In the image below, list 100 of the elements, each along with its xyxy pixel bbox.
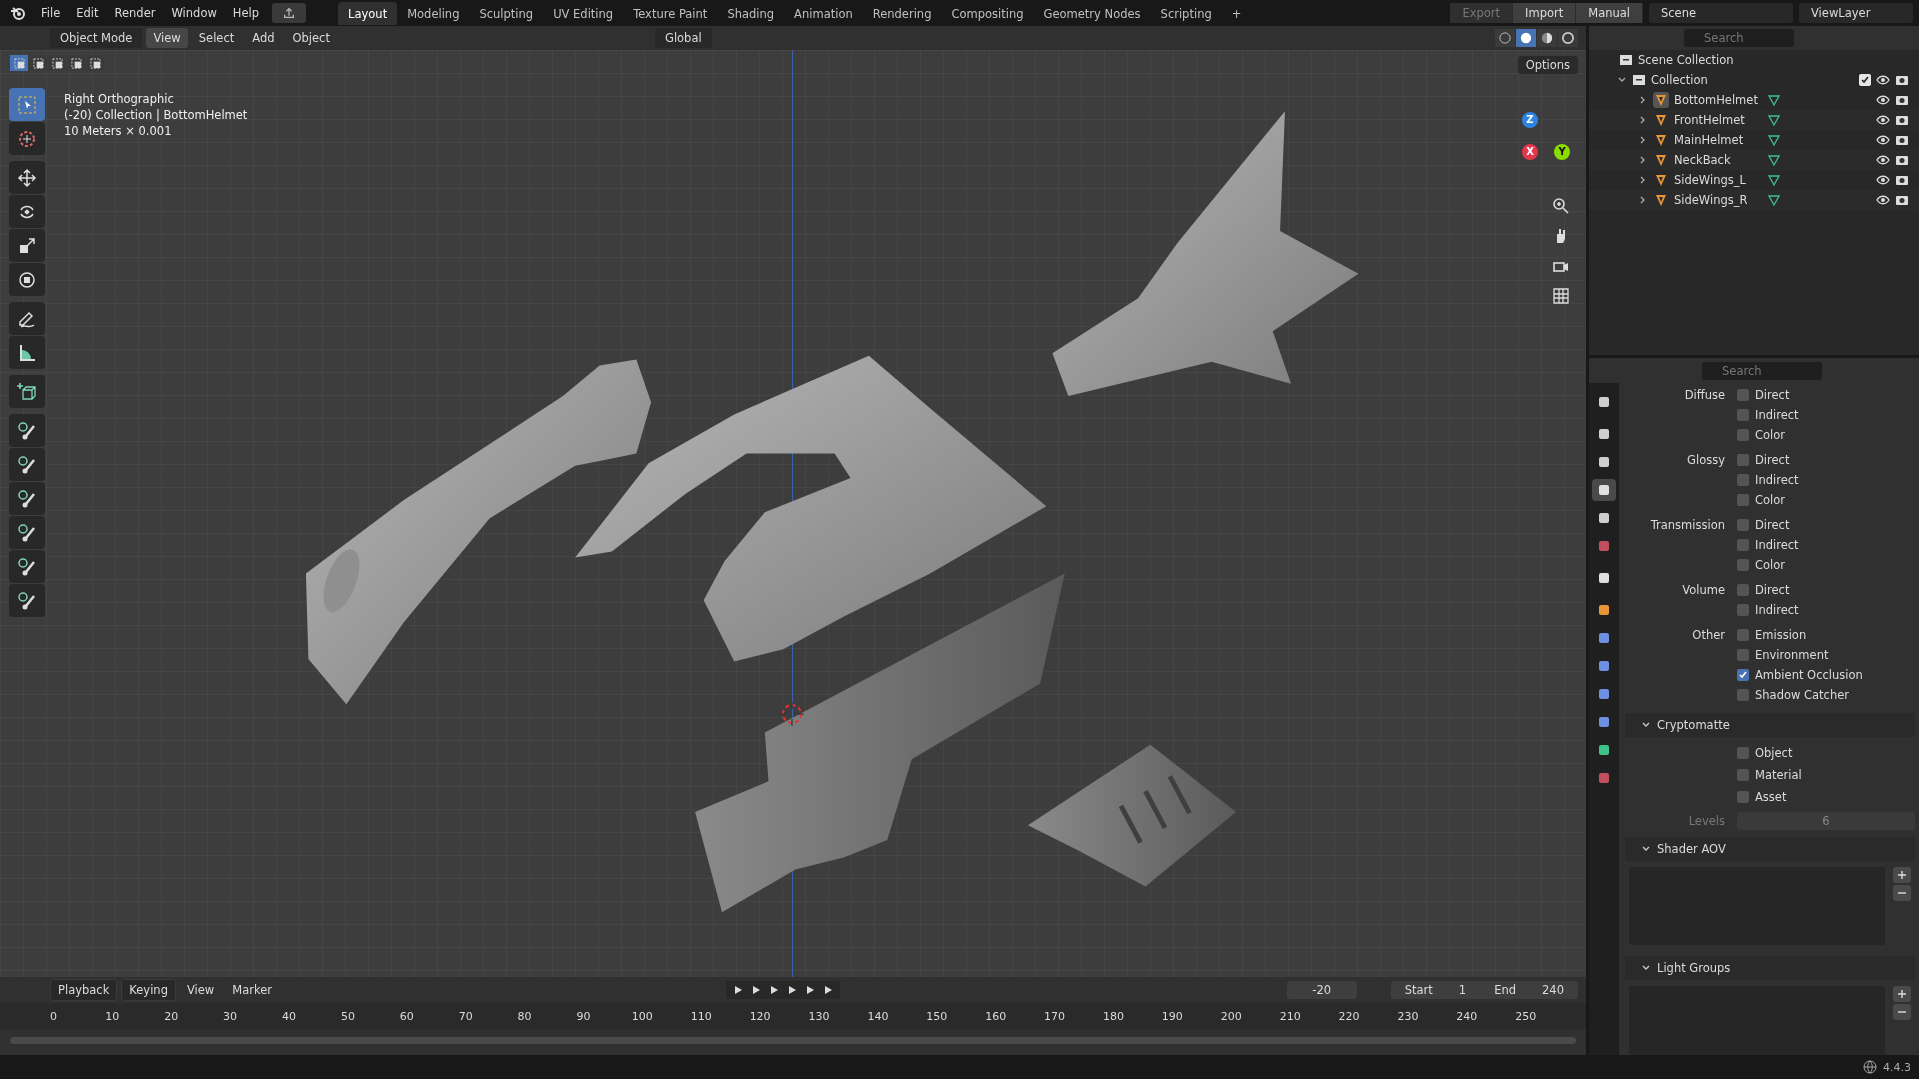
end-frame-field[interactable]: 240: [1522, 981, 1578, 999]
tool-button[interactable]: [9, 550, 45, 583]
checkbox-label[interactable]: Color: [1755, 558, 1786, 572]
workspace-tab[interactable]: Sculpting: [469, 1, 544, 25]
search-field[interactable]: Search: [1702, 361, 1822, 380]
zoom-icon[interactable]: [1551, 196, 1571, 216]
workspace-tab[interactable]: Geometry Nodes: [1033, 1, 1151, 25]
checkbox[interactable]: [1737, 791, 1749, 803]
add-workspace-button[interactable]: +: [1221, 1, 1252, 25]
mode-dropdown[interactable]: Object Mode: [50, 28, 143, 48]
start-frame-field[interactable]: 1: [1438, 981, 1481, 999]
outliner-item[interactable]: Collection: [1651, 73, 1708, 87]
shading-button[interactable]: [1537, 29, 1557, 47]
outliner-item[interactable]: SideWings_R: [1674, 193, 1762, 207]
menu-item[interactable]: View: [179, 980, 222, 1000]
camera-icon[interactable]: [1895, 73, 1909, 87]
checkbox-label[interactable]: Direct: [1755, 453, 1790, 467]
outliner-item[interactable]: BottomHelmet: [1674, 93, 1762, 107]
tool-button[interactable]: [9, 584, 45, 617]
eye-icon[interactable]: [1876, 173, 1890, 187]
current-frame-field[interactable]: -20: [1286, 981, 1357, 999]
workspace-tab[interactable]: Texture Paint: [623, 1, 718, 25]
timeline-scrollbar[interactable]: [10, 1037, 1576, 1044]
menu-item[interactable]: Help: [225, 3, 267, 23]
menu-item[interactable]: Edit: [69, 3, 106, 23]
workspace-dropdown[interactable]: [272, 3, 307, 23]
outliner-item[interactable]: SideWings_L: [1674, 173, 1762, 187]
checkbox-label[interactable]: Material: [1755, 768, 1802, 782]
view-layer-field[interactable]: ViewLayer: [1799, 3, 1913, 23]
tool-button[interactable]: [9, 195, 45, 228]
remove-icon[interactable]: [1893, 1004, 1911, 1020]
selection-mode-button[interactable]: [67, 55, 85, 71]
checkbox-label[interactable]: Ambient Occlusion: [1755, 668, 1863, 682]
tool-button[interactable]: [9, 161, 45, 194]
orientation-dropdown[interactable]: Global: [654, 28, 712, 48]
mesh-object-icon[interactable]: [1653, 92, 1669, 108]
mesh-data-icon[interactable]: [1767, 173, 1781, 187]
mesh-object-icon[interactable]: [1653, 132, 1669, 148]
workspace-tab[interactable]: UV Editing: [543, 1, 624, 25]
tool-button[interactable]: [9, 375, 45, 408]
mesh-data-icon[interactable]: [1767, 133, 1781, 147]
tool-button[interactable]: [9, 336, 45, 369]
tool-button[interactable]: [9, 263, 45, 296]
mesh-object-icon[interactable]: [1653, 112, 1669, 128]
grid-icon[interactable]: [1551, 286, 1571, 306]
scene-field[interactable]: Scene: [1649, 3, 1793, 23]
checkbox[interactable]: [1737, 747, 1749, 759]
checkbox-label[interactable]: Direct: [1755, 388, 1790, 402]
checkbox[interactable]: [1737, 494, 1749, 506]
camera-icon[interactable]: [1895, 93, 1909, 107]
checkbox-label[interactable]: Asset: [1755, 790, 1787, 804]
checkbox[interactable]: [1737, 559, 1749, 571]
tool-button[interactable]: [9, 302, 45, 335]
eye-icon[interactable]: [1876, 193, 1890, 207]
menu-item[interactable]: Object: [285, 28, 337, 48]
eye-icon[interactable]: [1876, 93, 1890, 107]
checkbox[interactable]: [1737, 454, 1749, 466]
add-icon[interactable]: [1893, 867, 1911, 883]
checkbox-label[interactable]: Shadow Catcher: [1755, 688, 1850, 702]
checkbox-label[interactable]: Environment: [1755, 648, 1829, 662]
tool-button[interactable]: [9, 482, 45, 515]
checkbox-label[interactable]: Object: [1755, 746, 1793, 760]
shading-button[interactable]: [1495, 29, 1515, 47]
tool-button[interactable]: [9, 448, 45, 481]
menu-item[interactable]: Window: [164, 3, 224, 23]
mesh-data-icon[interactable]: [1767, 93, 1781, 107]
outliner-item[interactable]: NeckBack: [1674, 153, 1762, 167]
checkbox[interactable]: [1737, 689, 1749, 701]
eye-icon[interactable]: [1876, 153, 1890, 167]
checkbox-label[interactable]: Direct: [1755, 518, 1790, 532]
camera-icon[interactable]: [1895, 113, 1909, 127]
menu-item[interactable]: Select: [191, 28, 242, 48]
properties-tab[interactable]: [1592, 479, 1616, 501]
outliner-item[interactable]: Scene Collection: [1638, 53, 1734, 67]
selection-mode-button[interactable]: [10, 55, 28, 71]
checkbox[interactable]: [1737, 519, 1749, 531]
checkbox-label[interactable]: Indirect: [1755, 473, 1799, 487]
checkbox[interactable]: [1737, 474, 1749, 486]
checkbox[interactable]: [1737, 669, 1749, 681]
checkbox[interactable]: [1737, 409, 1749, 421]
mesh-object-icon[interactable]: [1653, 172, 1669, 188]
panel-header[interactable]: Cryptomatte: [1625, 713, 1915, 737]
workspace-tab[interactable]: Modeling: [397, 1, 470, 25]
eye-icon[interactable]: [1876, 73, 1890, 87]
checkbox[interactable]: [1737, 584, 1749, 596]
add-icon[interactable]: [1893, 986, 1911, 1002]
panel-header[interactable]: Shader AOV: [1625, 837, 1915, 861]
toolbar-button[interactable]: Import: [1513, 3, 1577, 23]
mesh-data-icon[interactable]: [1767, 153, 1781, 167]
z-axis-handle[interactable]: Z: [1522, 112, 1538, 128]
menu-item[interactable]: File: [34, 3, 68, 23]
outliner-item[interactable]: FrontHelmet: [1674, 113, 1762, 127]
checkbox-label[interactable]: Color: [1755, 493, 1786, 507]
options-dropdown[interactable]: Options: [1517, 56, 1578, 74]
menu-item[interactable]: Playback: [50, 979, 118, 1001]
checkbox[interactable]: [1737, 604, 1749, 616]
menu-item[interactable]: Marker: [225, 980, 279, 1000]
panel-header[interactable]: Light Groups: [1625, 956, 1915, 980]
mesh-object-icon[interactable]: [1653, 152, 1669, 168]
checkbox-label[interactable]: Indirect: [1755, 408, 1799, 422]
